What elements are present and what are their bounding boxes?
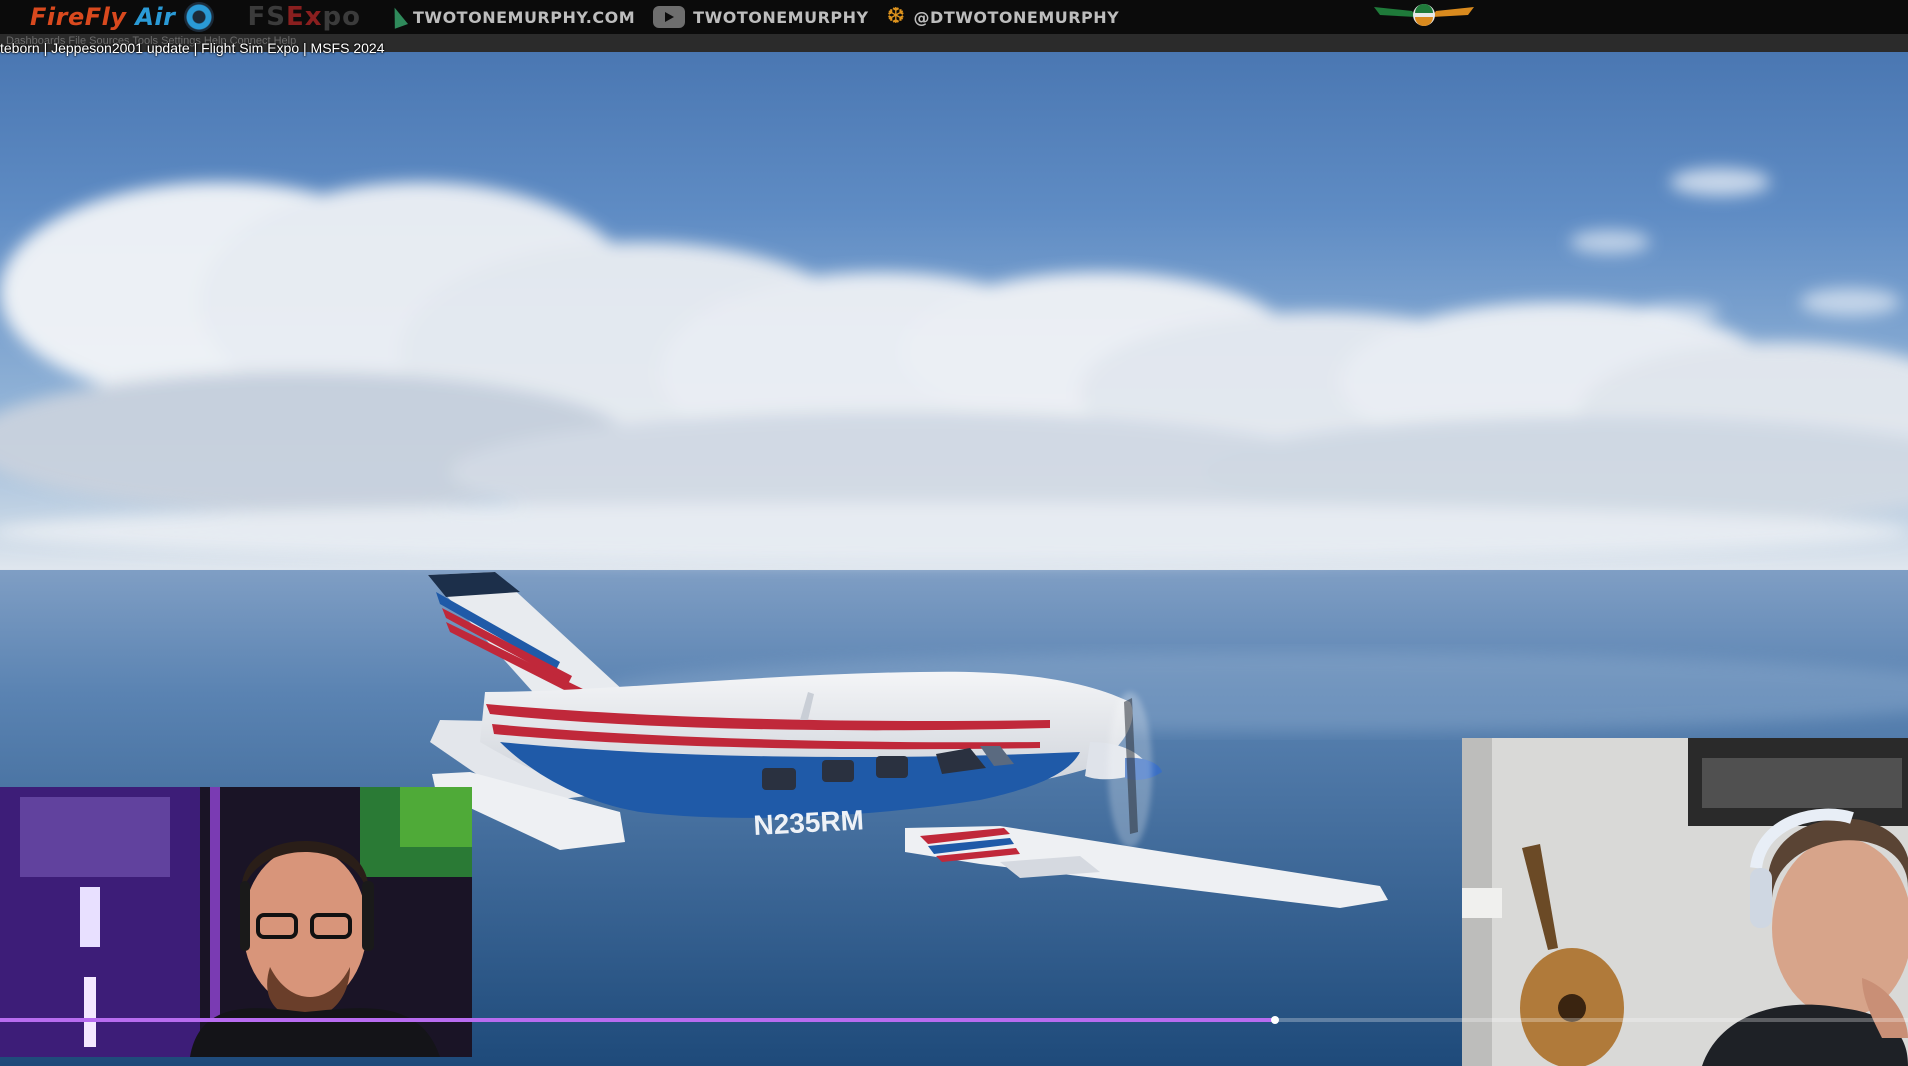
youtube-text: TWOTONEMURPHY [693, 7, 869, 27]
wing-logo [1374, 4, 1474, 26]
twitter-handle: ❆ @DTWOTONEMURPHY [887, 6, 1120, 28]
video-title: teborn | Jeppeson2001 update | Flight Si… [0, 40, 385, 56]
youtube-handle: TWOTONEMURPHY [653, 6, 868, 28]
webcam-right-art [1462, 738, 1908, 1066]
fsexpo-ex: Ex [286, 2, 323, 32]
website-text: TWOTONEMURPHY.COM [413, 7, 636, 27]
webcam-left [0, 787, 472, 1057]
tail-number: N235RM [753, 804, 865, 841]
fsexpo-po: po [322, 2, 362, 32]
youtube-icon [653, 6, 686, 28]
video-progress-handle[interactable] [1270, 1016, 1279, 1024]
video-progress-bar[interactable] [0, 1016, 1908, 1024]
webcam-left-art [0, 787, 472, 1057]
fsexpo-logo: FSExpo [248, 2, 362, 32]
firefly-badge-icon [183, 2, 214, 32]
branding-banner: FireFly Air FSExpo TWOTONEMURPHY.COM TWO… [0, 0, 1908, 34]
website-link: TWOTONEMURPHY.COM [388, 5, 636, 29]
webcam-right [1462, 738, 1908, 1066]
twitter-text: @DTWOTONEMURPHY [913, 7, 1120, 27]
firefly-text: FireFly [30, 3, 127, 31]
twitter-icon: ❆ [886, 4, 906, 29]
fsexpo-fs: FS [247, 2, 286, 32]
firefly-air-logo: FireFly Air [30, 3, 176, 31]
air-text: Air [135, 3, 176, 31]
video-progress-fill [0, 1018, 1275, 1022]
cursor-icon [388, 5, 409, 29]
